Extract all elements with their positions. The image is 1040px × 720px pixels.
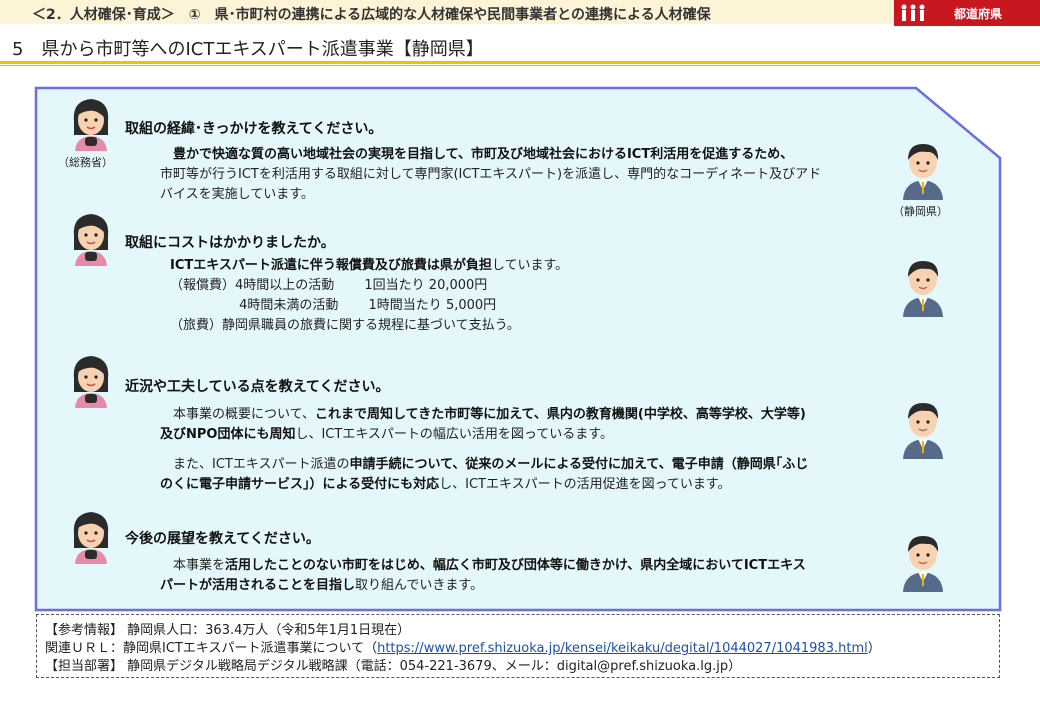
answer-text: し、ICTエキスパートの幅広い活用を図っているます。	[295, 427, 613, 442]
reference-info: 【参考情報】 静岡県人口：363.4万人（令和5年1月1日現在）	[45, 619, 410, 638]
qa-panel	[34, 86, 1002, 612]
prefecture-staff-icon	[903, 403, 943, 459]
ministry-staff-icon	[73, 356, 109, 408]
reference-url-close: ）	[867, 641, 881, 656]
answer-emphasis: ICTエキスパート派遣に伴う報償費及び旅費は県が負担	[170, 258, 492, 273]
answer-text: 本事業を	[160, 558, 226, 573]
prefecture-staff-icon	[903, 536, 943, 592]
answer-emphasis: のくに電子申請サービス｣）による受付にも対応	[160, 477, 440, 492]
reference-url-link[interactable]: https://www.pref.shizuoka.jp/kensei/keik…	[377, 641, 868, 656]
answer-line: （報償費）4時間以上の活動 1回当たり 20,000円	[170, 278, 488, 293]
answer-line: 本事業の概要について、これまで周知してきた市町等に加えて、県内の教育機関(中学校…	[160, 405, 890, 425]
answer-emphasis: 活用したことのない市町をはじめ、幅広く市町及び団体等に働きかけ、県内全域において…	[225, 558, 806, 573]
question-heading: 取組の経緯･きっかけを教えてください。	[125, 121, 383, 137]
prefecture-staff-icon	[903, 144, 943, 200]
answer-paragraph: 豊かで快適な質の高い地域社会の実現を目指して、市町及び地域社会におけるICT利活…	[160, 145, 890, 205]
answer-line: 及びNPO団体にも周知し、ICTエキスパートの幅広い活用を図っているます。	[160, 425, 890, 445]
answer-paragraph: 本事業を活用したことのない市町をはじめ、幅広く市町及び団体等に働きかけ、県内全域…	[160, 556, 890, 596]
prefecture-staff-icon	[903, 261, 943, 317]
reference-url-text: 静岡県ICTエキスパート派遣事業について（	[123, 641, 378, 656]
answer-text: 取り組んでいきます。	[355, 578, 484, 593]
reference-dept-label: 【担当部署】	[45, 659, 124, 674]
ministry-staff-icon	[73, 99, 109, 151]
reference-url: 関連ＵＲＬ：静岡県ICTエキスパート派遣事業について（https://www.p…	[45, 637, 881, 656]
reference-info-value: 静岡県人口：363.4万人（令和5年1月1日現在）	[127, 623, 411, 638]
question-heading: 取組にコストはかかりましたか。	[125, 235, 335, 251]
answer-line: バイスを実施しています。	[160, 187, 314, 202]
answer-emphasis: パートが活用されることを目指し	[160, 578, 356, 593]
answer-emphasis: 申請手続について、従来のメールによる受付に加えて、電子申請（静岡県｢ふじ	[349, 457, 809, 472]
reference-url-label: 関連ＵＲＬ：	[45, 641, 124, 656]
answer-line: パートが活用されることを目指し取り組んでいきます。	[160, 576, 890, 596]
ministry-label: （総務省）	[58, 156, 113, 169]
answer-line: のくに電子申請サービス｣）による受付にも対応し、ICTエキスパートの活用促進を図…	[160, 475, 890, 495]
ministry-staff-icon	[73, 512, 109, 564]
answer-paragraph: ICTエキスパート派遣に伴う報償費及び旅費は県が負担しています。 （報償費）4時…	[170, 256, 870, 336]
reference-dept-value: 静岡県デジタル戦略局デジタル戦略課（電話：054-221-3679、メール：di…	[127, 659, 742, 674]
answer-text: また、ICTエキスパート派遣の	[160, 457, 350, 472]
answer-line: 市町等が行うICTを利活用する取組に対して専門家(ICTエキスパート)を派遣し、…	[160, 167, 822, 182]
answer-emphasis: これまで周知してきた市町等に加えて、県内の教育機関(中学校、高等学校、大学等)	[314, 407, 806, 422]
answer-text: し、ICTエキスパートの活用促進を図っています。	[439, 477, 731, 492]
answer-line: 本事業を活用したことのない市町をはじめ、幅広く市町及び団体等に働きかけ、県内全域…	[160, 556, 890, 576]
question-heading: 近況や工夫している点を教えてください。	[125, 379, 390, 395]
answer-emphasis: 及びNPO団体にも周知	[160, 427, 296, 442]
answer-emphasis: 豊かで快適な質の高い地域社会の実現を目指して、市町及び地域社会におけるICT利活…	[160, 147, 794, 162]
reference-dept: 【担当部署】 静岡県デジタル戦略局デジタル戦略課（電話：054-221-3679…	[45, 655, 741, 674]
answer-paragraph: 本事業の概要について、これまで周知してきた市町等に加えて、県内の教育機関(中学校…	[160, 405, 890, 495]
ministry-staff-icon	[73, 214, 109, 266]
answer-line: （旅費）静岡県職員の旅費に関する規程に基づいて支払う。	[170, 318, 520, 333]
answer-line: ICTエキスパート派遣に伴う報償費及び旅費は県が負担しています。	[170, 256, 870, 276]
reference-box: 【参考情報】 静岡県人口：363.4万人（令和5年1月1日現在） 関連ＵＲＬ：静…	[36, 614, 1000, 678]
reference-info-label: 【参考情報】	[45, 623, 124, 638]
question-heading: 今後の展望を教えてください。	[125, 531, 320, 547]
answer-line: また、ICTエキスパート派遣の申請手続について、従来のメールによる受付に加えて、…	[160, 455, 890, 475]
prefecture-label: （静岡県）	[893, 205, 948, 218]
answer-line: 豊かで快適な質の高い地域社会の実現を目指して、市町及び地域社会におけるICT利活…	[160, 145, 890, 165]
answer-line: 4時間未満の活動 1時間当たり 5,000円	[170, 298, 497, 313]
answer-text: 本事業の概要について、	[160, 407, 315, 422]
answer-text: しています。	[491, 258, 569, 273]
